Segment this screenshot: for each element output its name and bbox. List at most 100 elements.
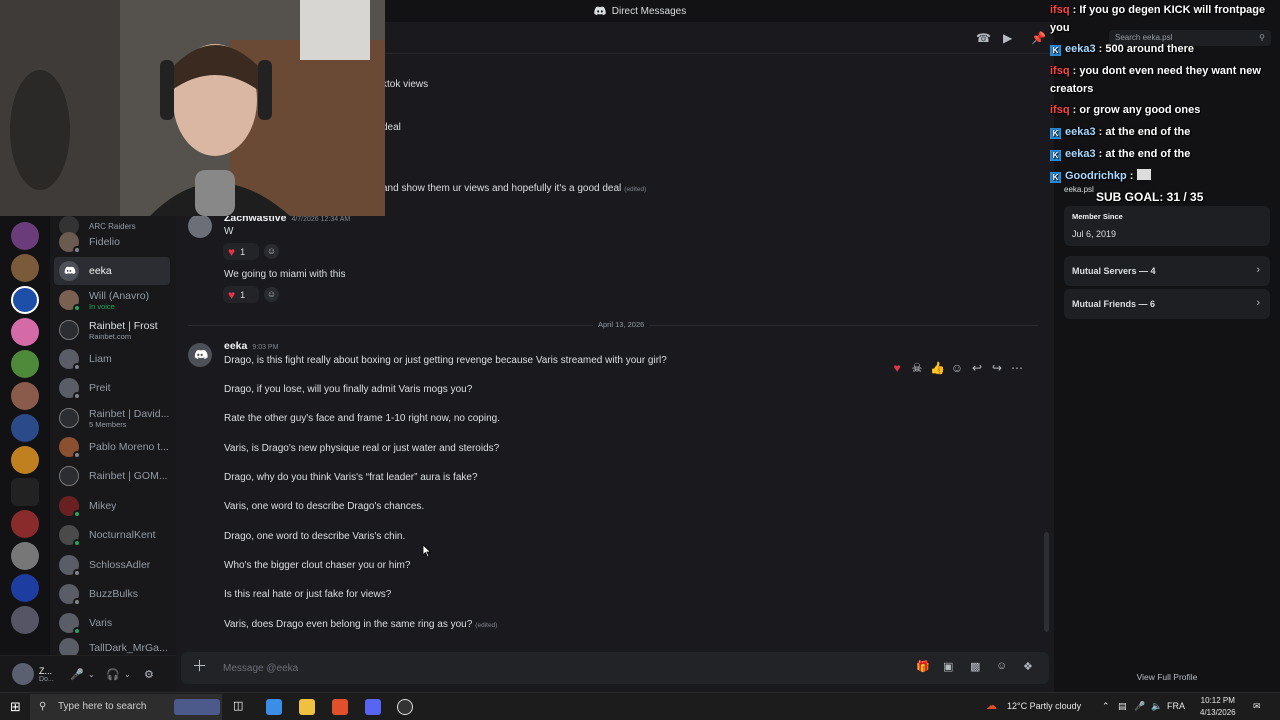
headphones-icon[interactable]: 🎧 xyxy=(106,668,120,681)
dm-item[interactable]: BuzzBulks xyxy=(54,580,170,608)
brave-browser-icon[interactable] xyxy=(332,699,348,715)
chevron-down-icon[interactable]: ⌄ xyxy=(88,670,95,679)
reply-icon[interactable]: ↩ xyxy=(970,361,984,375)
kick-badge-icon: K xyxy=(1050,128,1061,139)
dm-subtext: In voice xyxy=(89,301,115,311)
view-full-profile-link[interactable]: View Full Profile xyxy=(1054,672,1280,682)
notification-icon[interactable]: ✉ xyxy=(1253,701,1261,712)
scrollbar[interactable] xyxy=(1044,532,1049,632)
input-lang[interactable]: FRA xyxy=(1167,701,1185,711)
server-icon[interactable] xyxy=(11,254,39,282)
more-options-icon[interactable]: ⋯ xyxy=(1010,361,1024,375)
video-call-icon[interactable]: ▶ xyxy=(1003,31,1012,45)
dm-item[interactable]: Varis xyxy=(54,609,170,637)
thumbs-up-reaction-icon[interactable]: 👍 xyxy=(930,361,945,375)
message-author[interactable]: eeka 9:03 PM xyxy=(224,340,278,352)
file-explorer-icon[interactable] xyxy=(299,699,315,715)
dm-item[interactable]: Preit xyxy=(54,374,170,402)
add-attachment-icon[interactable]: ＋ xyxy=(192,659,207,675)
discord-taskbar-icon[interactable] xyxy=(365,699,381,715)
network-icon[interactable]: ▤ xyxy=(1118,701,1127,712)
dm-name: SchlossAdler xyxy=(89,559,151,571)
phone-call-icon[interactable]: ☎ xyxy=(976,31,991,45)
dm-item[interactable]: Liam xyxy=(54,345,170,373)
chevron-up-icon[interactable]: ⌃ xyxy=(1102,701,1110,712)
server-icon[interactable] xyxy=(11,286,39,314)
dm-name: BuzzBulks xyxy=(89,588,139,600)
dm-item[interactable]: NocturnalKent xyxy=(54,521,170,549)
avatar xyxy=(59,349,81,371)
gear-icon[interactable]: ⚙ xyxy=(144,668,154,681)
message-text: and show them ur views and hopefully it'… xyxy=(382,183,646,194)
server-icon[interactable] xyxy=(11,382,39,410)
chevron-down-icon[interactable]: ⌄ xyxy=(124,670,131,679)
weather-icon[interactable]: ☁ xyxy=(986,699,997,712)
add-reaction-icon[interactable]: ☺ xyxy=(264,244,279,259)
server-icon[interactable] xyxy=(11,478,39,506)
user-name: Z... xyxy=(39,665,52,676)
avatar[interactable] xyxy=(188,343,212,367)
obs-icon[interactable] xyxy=(397,699,413,715)
chat-username: ifsq xyxy=(1050,104,1070,116)
sticker-icon[interactable]: ▩ xyxy=(970,660,980,673)
dm-item[interactable]: Will (Anavro) In voice xyxy=(54,286,170,314)
message-input[interactable] xyxy=(223,659,823,677)
dm-item[interactable]: SchlossAdler xyxy=(54,551,170,579)
avatar[interactable] xyxy=(12,663,34,685)
reaction-heart[interactable]: ♥ 1 xyxy=(223,243,259,260)
message-actions-toolbar: ♥ ☠ 👍 ☺ ↩ ↪ ⋯ xyxy=(890,356,1040,380)
dm-item[interactable]: Rainbet | GOM... xyxy=(54,462,170,490)
dm-item[interactable]: Mikey xyxy=(54,492,170,520)
avatar[interactable] xyxy=(188,214,212,238)
system-clock[interactable]: 10:12 PM 4/13/2026 xyxy=(1200,695,1236,719)
windows-start-icon[interactable]: ⊞ xyxy=(10,699,21,715)
dm-item-active[interactable]: eeka xyxy=(54,257,170,285)
task-view-icon[interactable]: ◫ xyxy=(233,699,249,715)
gift-icon[interactable]: 🎁 xyxy=(916,660,930,673)
server-icon[interactable] xyxy=(11,414,39,442)
discord-app: Direct Messages ARC Raiders Fidelio eeka… xyxy=(0,0,1280,692)
server-icon[interactable] xyxy=(11,542,39,570)
server-icon[interactable] xyxy=(11,318,39,346)
gif-icon[interactable]: ▣ xyxy=(943,660,953,673)
microphone-icon[interactable]: 🎤 xyxy=(70,668,84,681)
reaction-heart[interactable]: ♥ 1 xyxy=(223,286,259,303)
heart-reaction-icon[interactable]: ♥ xyxy=(890,361,904,375)
add-reaction-icon[interactable]: ☺ xyxy=(950,361,964,375)
windows-taskbar: ⊞ ⚲ Type here to search ◫ ☁ 12°C Partly … xyxy=(0,692,1280,720)
server-icon[interactable] xyxy=(11,350,39,378)
message-text: W xyxy=(224,226,234,237)
server-icon[interactable] xyxy=(11,446,39,474)
mutual-servers-row[interactable]: Mutual Servers — 4 › xyxy=(1064,256,1270,286)
avatar xyxy=(59,496,81,518)
message-text: Drago, one word to describe Varis's chin… xyxy=(224,531,406,542)
add-reaction-icon[interactable]: ☺ xyxy=(264,287,279,302)
dm-item[interactable]: Rainbet | David... 5 Members xyxy=(54,404,170,432)
microphone-icon[interactable]: 🎤 xyxy=(1134,701,1145,712)
dm-item[interactable]: TallDark_MrGa... xyxy=(54,634,170,655)
apps-icon[interactable]: ❖ xyxy=(1023,660,1033,673)
chat-username: eeka3 xyxy=(1065,126,1096,138)
skull-reaction-icon[interactable]: ☠ xyxy=(910,361,924,375)
speaker-icon[interactable]: 🔈 xyxy=(1151,701,1162,712)
dm-name: Varis xyxy=(89,617,113,629)
author-name[interactable]: eeka xyxy=(224,340,247,352)
server-icon[interactable] xyxy=(11,574,39,602)
avatar xyxy=(59,261,79,281)
pin-icon[interactable]: 📌 xyxy=(1031,31,1046,45)
server-icon[interactable] xyxy=(11,510,39,538)
emote-icon xyxy=(1136,169,1151,180)
server-icon[interactable] xyxy=(11,606,39,634)
dm-item[interactable]: Fidelio xyxy=(54,228,170,256)
forward-icon[interactable]: ↪ xyxy=(990,361,1004,375)
weather-text[interactable]: 12°C Partly cloudy xyxy=(1007,701,1081,711)
dm-item[interactable]: Rainbet | Frost Rainbet.com xyxy=(54,316,170,344)
message-text: Varis, is Drago's new physique real or j… xyxy=(224,443,500,454)
avatar xyxy=(59,408,79,428)
copilot-icon[interactable] xyxy=(266,699,282,715)
dm-item[interactable]: Pablo Moreno t... xyxy=(54,433,170,461)
server-icon[interactable] xyxy=(11,222,39,250)
reaction-count: 1 xyxy=(240,289,246,300)
emoji-icon[interactable]: ☺ xyxy=(996,660,1007,672)
mutual-friends-row[interactable]: Mutual Friends — 6 › xyxy=(1064,289,1270,319)
